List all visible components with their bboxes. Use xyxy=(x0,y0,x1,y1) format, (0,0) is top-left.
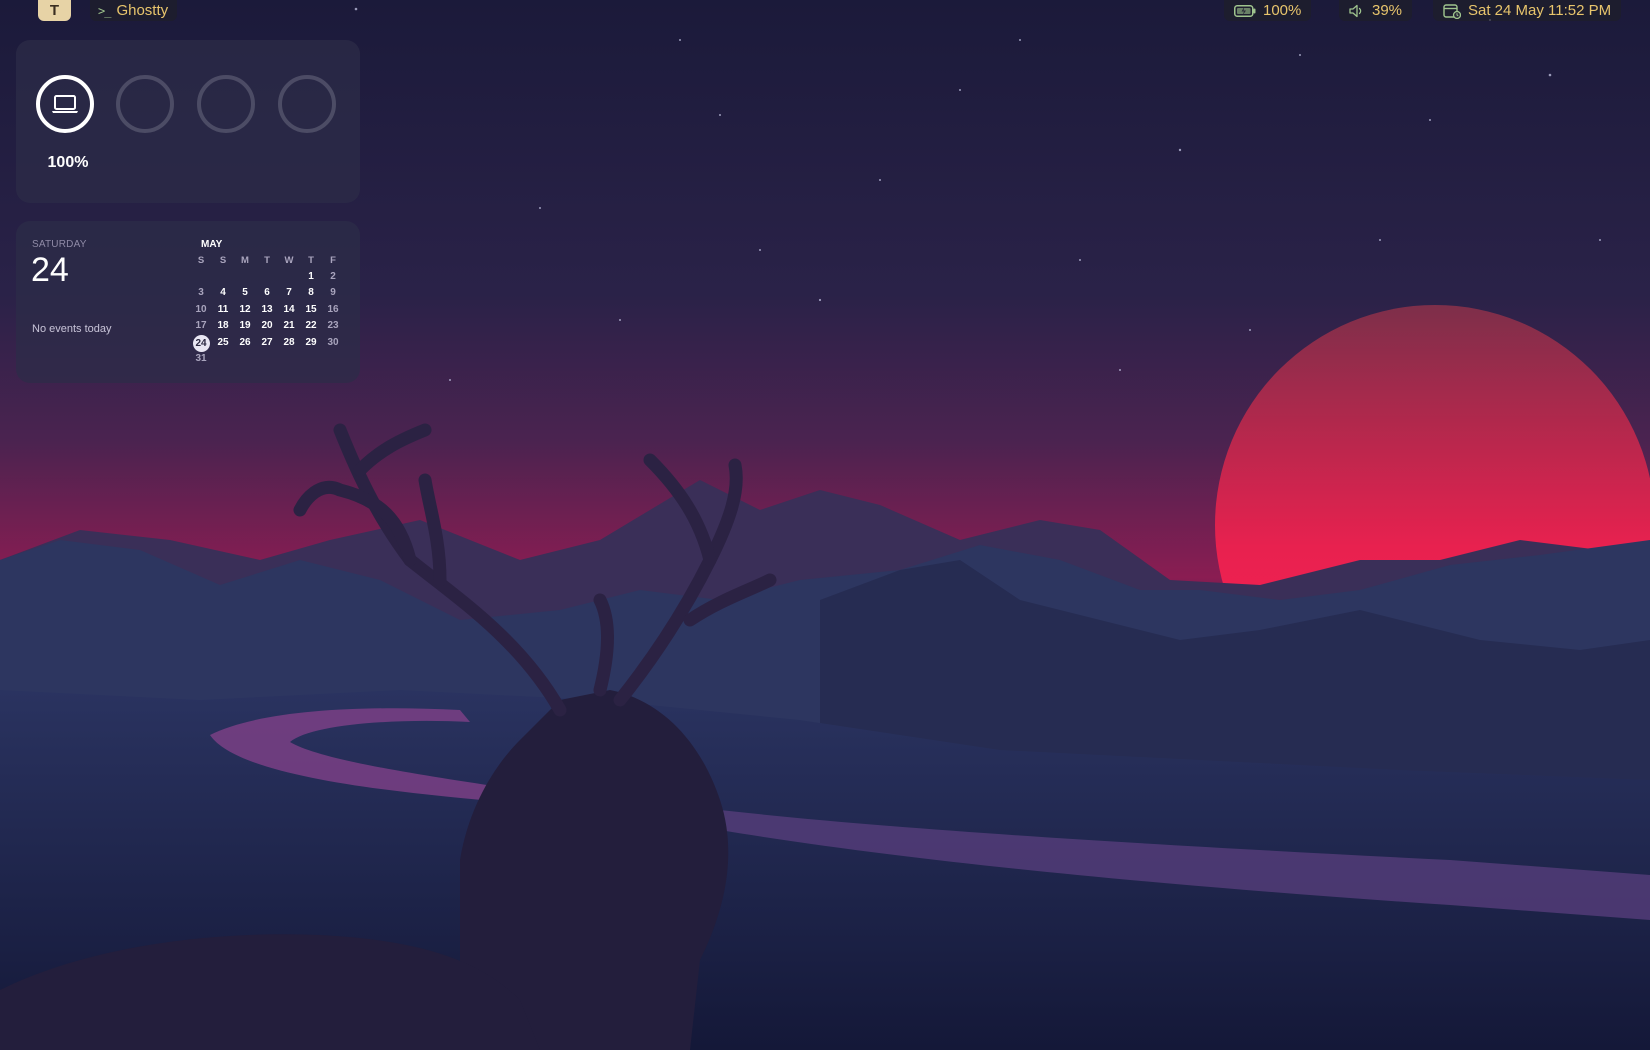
calendar-weekday: SATURDAY xyxy=(32,239,87,250)
laptop-icon xyxy=(50,93,80,115)
calendar-day-cell[interactable]: 11 xyxy=(212,302,234,318)
calendar-month-grid: S S M T W T F 1 2 3 4 5 6 7 8 9 10 11 12 13 14 15 16 17 18 19 20 21… xyxy=(190,253,344,367)
calendar-day-cell[interactable]: 18 xyxy=(212,318,234,334)
focused-app-chip[interactable]: >_ Ghostty xyxy=(90,0,178,21)
calendar-today-marker: 24 xyxy=(192,334,210,352)
calendar-weekday-header: T xyxy=(308,255,314,266)
clock-status[interactable]: Sat 24 May 11:52 PM xyxy=(1433,0,1622,21)
calendar-day-cell[interactable]: 20 xyxy=(256,318,278,334)
calendar-weekday-header: S xyxy=(219,255,227,266)
calendar-day-cell[interactable]: 6 xyxy=(256,285,278,301)
calendar-day-cell[interactable]: 8 xyxy=(300,285,322,301)
calendar-clock-icon xyxy=(1443,3,1461,19)
calendar-day-cell[interactable]: 7 xyxy=(278,285,300,301)
workspace-indicator[interactable]: T xyxy=(38,0,71,21)
calendar-empty-cell xyxy=(212,269,234,285)
focused-app-name: Ghostty xyxy=(116,2,169,19)
volume-status-text: 39% xyxy=(1372,2,1403,19)
calendar-empty-cell xyxy=(190,269,212,285)
calendar-day-cell[interactable]: 23 xyxy=(322,318,344,334)
battery-charging-icon xyxy=(1234,4,1256,17)
calendar-day-cell[interactable]: 15 xyxy=(300,302,322,318)
battery-status[interactable]: 100% xyxy=(1224,0,1312,21)
calendar-events-text: No events today xyxy=(32,323,112,335)
battery-status-text: 100% xyxy=(1263,2,1302,19)
calendar-empty-cell xyxy=(300,351,322,367)
calendar-empty-cell xyxy=(278,269,300,285)
calendar-day-cell[interactable]: 9 xyxy=(322,285,344,301)
calendar-empty-cell xyxy=(256,269,278,285)
clock-status-text: Sat 24 May 11:52 PM xyxy=(1468,2,1612,19)
device-battery-ring-empty xyxy=(278,75,336,133)
calendar-day-cell[interactable]: 22 xyxy=(300,318,322,334)
calendar-day-cell[interactable]: 26 xyxy=(234,335,256,351)
device-battery-ring-empty xyxy=(197,75,255,133)
calendar-day-cell[interactable]: 16 xyxy=(322,302,344,318)
calendar-day-cell[interactable]: 27 xyxy=(256,335,278,351)
calendar-day-cell[interactable]: 28 xyxy=(278,335,300,351)
calendar-day-cell[interactable]: 5 xyxy=(234,285,256,301)
calendar-day-cell[interactable]: 29 xyxy=(300,335,322,351)
device-battery-ring-empty xyxy=(116,75,174,133)
calendar-day-cell[interactable]: 17 xyxy=(190,318,212,334)
calendar-weekday-header: T xyxy=(264,255,270,266)
calendar-empty-cell xyxy=(234,269,256,285)
calendar-day-cell[interactable]: 14 xyxy=(278,302,300,318)
calendar-weekday-header: W xyxy=(284,255,294,266)
calendar-day-cell[interactable]: 12 xyxy=(234,302,256,318)
calendar-day-cell[interactable]: 3 xyxy=(190,285,212,301)
calendar-empty-cell xyxy=(212,351,234,367)
calendar-widget[interactable]: SATURDAY 24 No events today MAY SSMTWTF1… xyxy=(16,221,360,383)
calendar-day-cell[interactable]: 1 xyxy=(300,269,322,285)
battery-widget: 100% xyxy=(16,40,360,203)
calendar-day-cell[interactable]: 4 xyxy=(212,285,234,301)
calendar-day-cell[interactable]: 2 xyxy=(322,269,344,285)
calendar-day-cell[interactable]: 10 xyxy=(190,302,212,318)
device-battery-ring-laptop xyxy=(36,75,94,133)
calendar-empty-cell xyxy=(234,351,256,367)
calendar-weekday-header: M xyxy=(241,255,249,266)
calendar-day-cell[interactable]: 30 xyxy=(322,335,344,351)
volume-status[interactable]: 39% xyxy=(1339,0,1413,21)
battery-percent-label: 100% xyxy=(47,154,89,171)
calendar-weekday-header: S xyxy=(197,255,205,266)
calendar-empty-cell xyxy=(278,351,300,367)
calendar-day-cell[interactable]: 19 xyxy=(234,318,256,334)
calendar-empty-cell xyxy=(322,351,344,367)
terminal-icon: >_ xyxy=(98,3,111,18)
calendar-month-label: MAY xyxy=(201,239,223,250)
calendar-weekday-header: F xyxy=(330,255,336,266)
calendar-day-cell[interactable]: 21 xyxy=(278,318,300,334)
calendar-today-cell[interactable]: 24 xyxy=(190,334,212,352)
calendar-day-cell[interactable]: 13 xyxy=(256,302,278,318)
calendar-day-cell[interactable]: 25 xyxy=(212,335,234,351)
speaker-icon xyxy=(1349,4,1365,18)
calendar-day-cell[interactable]: 31 xyxy=(190,351,212,367)
calendar-empty-cell xyxy=(256,351,278,367)
calendar-day-number: 24 xyxy=(31,251,69,289)
